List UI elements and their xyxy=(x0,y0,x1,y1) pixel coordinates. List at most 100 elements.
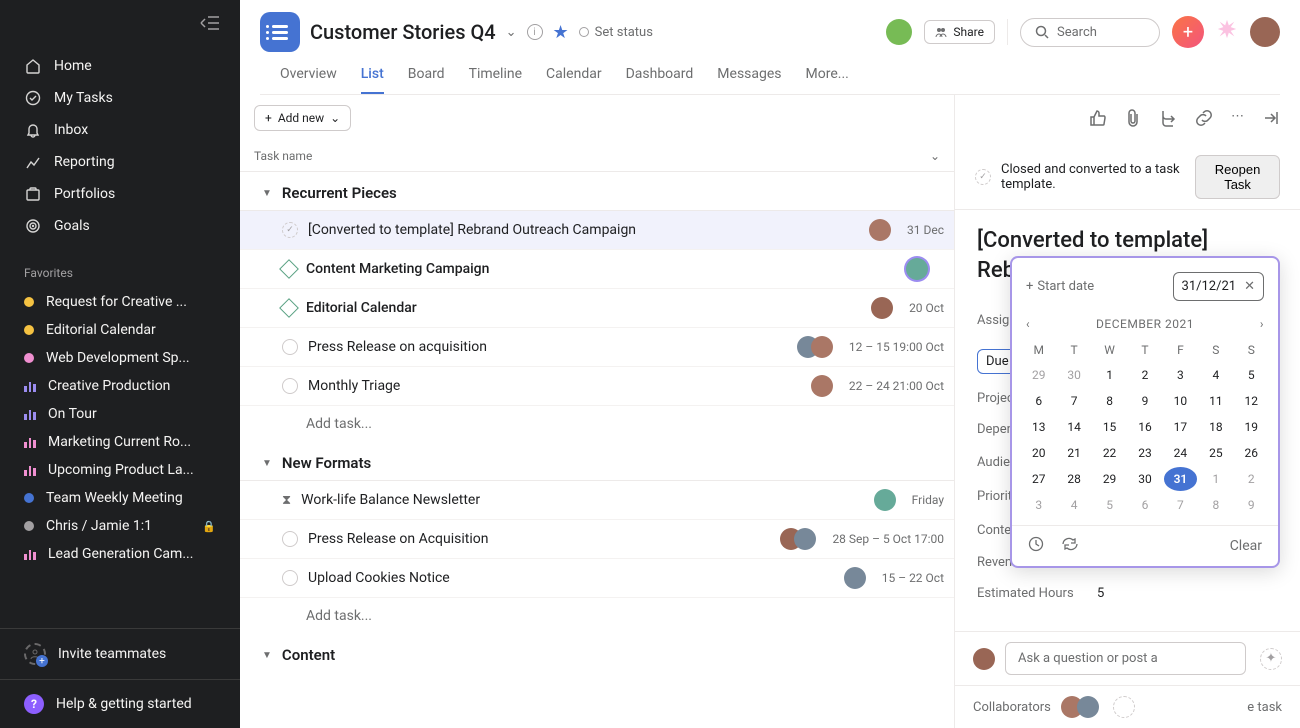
omni-add-button[interactable]: + xyxy=(1172,16,1204,48)
end-date-input[interactable]: 31/12/21 ✕ xyxy=(1173,272,1264,301)
sidebar-item-goals[interactable]: Goals xyxy=(0,210,240,242)
calendar-day[interactable]: 4 xyxy=(1057,493,1090,517)
calendar-day[interactable]: 11 xyxy=(1199,389,1232,413)
link-icon[interactable] xyxy=(1195,109,1213,131)
tab-calendar[interactable]: Calendar xyxy=(546,66,602,94)
favorite-item[interactable]: Lead Generation Cam... xyxy=(0,540,240,568)
more-icon[interactable]: ⋯ xyxy=(1231,109,1244,131)
task-row[interactable]: Upload Cookies Notice15 – 22 Oct xyxy=(240,559,954,598)
collaborator-avatar[interactable] xyxy=(1077,696,1099,718)
tab-messages[interactable]: Messages xyxy=(717,66,781,94)
section-header[interactable]: ▼Content xyxy=(240,634,954,672)
clear-end-date-icon[interactable]: ✕ xyxy=(1244,279,1255,294)
calendar-day[interactable]: 7 xyxy=(1164,493,1197,517)
next-month-button[interactable]: › xyxy=(1260,317,1264,331)
sidebar-item-portfolios[interactable]: Portfolios xyxy=(0,178,240,210)
calendar-day[interactable]: 13 xyxy=(1022,415,1055,439)
calendar-day[interactable]: 2 xyxy=(1235,467,1268,491)
tab-board[interactable]: Board xyxy=(408,66,445,94)
sidebar-item-reporting[interactable]: Reporting xyxy=(0,146,240,178)
task-row[interactable]: Press Release on acquisition12 – 15 19:0… xyxy=(240,328,954,367)
calendar-day[interactable]: 30 xyxy=(1057,363,1090,387)
start-date-button[interactable]: + Start date xyxy=(1026,279,1165,294)
sidebar-item-home[interactable]: Home xyxy=(0,50,240,82)
check-circle-icon[interactable] xyxy=(282,378,298,394)
share-button[interactable]: Share xyxy=(924,20,995,44)
section-header[interactable]: ▼Recurrent Pieces xyxy=(240,172,954,210)
close-panel-icon[interactable] xyxy=(1262,109,1280,131)
sidebar-item-inbox[interactable]: Inbox xyxy=(0,114,240,146)
reopen-task-button[interactable]: Reopen Task xyxy=(1195,155,1280,199)
favorite-item[interactable]: Editorial Calendar xyxy=(0,316,240,344)
calendar-day[interactable]: 8 xyxy=(1093,389,1126,413)
calendar-day[interactable]: 8 xyxy=(1199,493,1232,517)
calendar-day[interactable]: 1 xyxy=(1199,467,1232,491)
sidebar-collapse-button[interactable] xyxy=(0,8,240,42)
favorite-item[interactable]: Marketing Current Ro... xyxy=(0,428,240,456)
member-avatar[interactable] xyxy=(886,19,912,45)
add-task-button[interactable]: Add task... xyxy=(240,406,954,442)
comment-input[interactable]: Ask a question or post a xyxy=(1005,642,1246,675)
like-icon[interactable] xyxy=(1089,109,1107,131)
calendar-day[interactable]: 29 xyxy=(1022,363,1055,387)
calendar-day[interactable]: 1 xyxy=(1093,363,1126,387)
project-info-icon[interactable]: i xyxy=(527,24,543,40)
calendar-day[interactable]: 28 xyxy=(1057,467,1090,491)
task-row[interactable]: Editorial Calendar20 Oct xyxy=(240,289,954,328)
favorite-item[interactable]: Creative Production xyxy=(0,372,240,400)
task-row[interactable]: Monthly Triage22 – 24 21:00 Oct xyxy=(240,367,954,406)
sidebar-item-my-tasks[interactable]: My Tasks xyxy=(0,82,240,114)
add-collaborator-button[interactable] xyxy=(1113,696,1135,718)
calendar-day[interactable]: 14 xyxy=(1057,415,1090,439)
calendar-day[interactable]: 4 xyxy=(1199,363,1232,387)
favorite-item[interactable]: Chris / Jamie 1:1🔒 xyxy=(0,512,240,540)
check-circle-icon[interactable] xyxy=(282,531,298,547)
attachment-icon[interactable] xyxy=(1125,109,1141,131)
task-row[interactable]: Press Release on Acquisition28 Sep – 5 O… xyxy=(240,520,954,559)
calendar-day[interactable]: 10 xyxy=(1164,389,1197,413)
calendar-day[interactable]: 7 xyxy=(1057,389,1090,413)
calendar-day[interactable]: 9 xyxy=(1128,389,1161,413)
project-icon[interactable] xyxy=(260,12,300,52)
calendar-day[interactable]: 2 xyxy=(1128,363,1161,387)
calendar-day[interactable]: 23 xyxy=(1128,441,1161,465)
comment-settings-icon[interactable]: ✦ xyxy=(1260,648,1282,670)
celebrate-icon[interactable] xyxy=(1216,18,1238,46)
calendar-day[interactable]: 25 xyxy=(1199,441,1232,465)
calendar-day[interactable]: 21 xyxy=(1057,441,1090,465)
invite-teammates-button[interactable]: + Invite teammates xyxy=(0,629,240,679)
tab-dashboard[interactable]: Dashboard xyxy=(626,66,694,94)
favorite-item[interactable]: Request for Creative ... xyxy=(0,288,240,316)
calendar-day[interactable]: 3 xyxy=(1022,493,1055,517)
calendar-day[interactable]: 18 xyxy=(1199,415,1232,439)
calendar-day[interactable]: 24 xyxy=(1164,441,1197,465)
calendar-day[interactable]: 12 xyxy=(1235,389,1268,413)
add-new-button[interactable]: + Add new ⌄ xyxy=(254,105,351,131)
calendar-day[interactable]: 22 xyxy=(1093,441,1126,465)
task-row[interactable]: ✓[Converted to template] Rebrand Outreac… xyxy=(240,210,954,250)
tab-more[interactable]: More... xyxy=(806,66,849,94)
favorite-item[interactable]: Team Weekly Meeting xyxy=(0,484,240,512)
calendar-day[interactable]: 5 xyxy=(1093,493,1126,517)
calendar-day[interactable]: 16 xyxy=(1128,415,1161,439)
check-circle-icon[interactable] xyxy=(282,570,298,586)
calendar-day[interactable]: 30 xyxy=(1128,467,1161,491)
calendar-day[interactable]: 17 xyxy=(1164,415,1197,439)
subtask-icon[interactable] xyxy=(1159,109,1177,131)
favorite-item[interactable]: Upcoming Product La... xyxy=(0,456,240,484)
user-avatar[interactable] xyxy=(1250,17,1280,47)
check-circle-icon[interactable] xyxy=(282,339,298,355)
calendar-day[interactable]: 31 xyxy=(1164,467,1197,491)
calendar-day[interactable]: 19 xyxy=(1235,415,1268,439)
prev-month-button[interactable]: ‹ xyxy=(1026,317,1030,331)
tab-timeline[interactable]: Timeline xyxy=(469,66,522,94)
calendar-day[interactable]: 29 xyxy=(1093,467,1126,491)
favorite-item[interactable]: On Tour xyxy=(0,400,240,428)
calendar-day[interactable]: 5 xyxy=(1235,363,1268,387)
favorite-item[interactable]: Web Development Sp... xyxy=(0,344,240,372)
completed-check-icon[interactable]: ✓ xyxy=(282,222,298,238)
calendar-day[interactable]: 9 xyxy=(1235,493,1268,517)
calendar-day[interactable]: 6 xyxy=(1128,493,1161,517)
calendar-day[interactable]: 26 xyxy=(1235,441,1268,465)
column-expand-icon[interactable]: ⌄ xyxy=(930,149,940,163)
